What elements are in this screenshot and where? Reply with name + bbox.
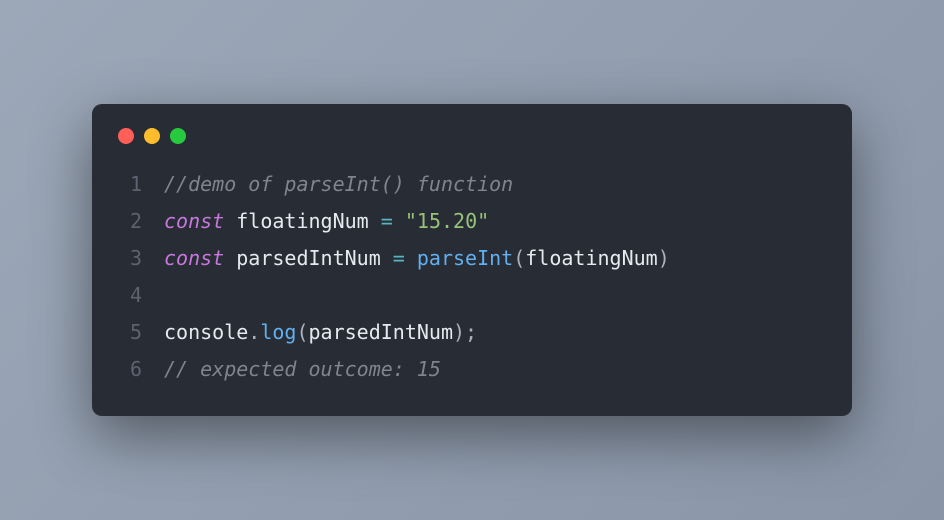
line-content: //demo of parseInt() function [164,166,826,203]
code-token: parsedIntNum [309,320,454,344]
code-token: parsedIntNum [224,246,393,270]
code-token: . [248,320,260,344]
line-number: 3 [110,240,142,277]
code-token: // expected outcome: 15 [164,357,441,381]
code-token: ); [453,320,477,344]
line-number: 5 [110,314,142,351]
code-token: ) [658,246,670,270]
code-token [405,246,417,270]
maximize-icon[interactable] [170,128,186,144]
code-line[interactable]: 5 console.log(parsedIntNum); [92,314,852,351]
code-token: floatingNum [525,246,657,270]
code-line[interactable]: 1 //demo of parseInt() function [92,166,852,203]
close-icon[interactable] [118,128,134,144]
code-line[interactable]: 2 const floatingNum = "15.20" [92,203,852,240]
code-line[interactable]: 3 const parsedIntNum = parseInt(floatingN… [92,240,852,277]
code-line[interactable]: 6 // expected outcome: 15 [92,351,852,388]
traffic-lights [92,128,852,166]
code-token: "15.20" [405,209,489,233]
line-content: // expected outcome: 15 [164,351,826,388]
code-area[interactable]: 1 //demo of parseInt() function 2 const flo… [92,166,852,388]
line-number: 1 [110,166,142,203]
code-token: log [260,320,296,344]
line-content: console.log(parsedIntNum); [164,314,826,351]
code-token: const [164,209,224,233]
code-editor-window: 1 //demo of parseInt() function 2 const flo… [92,104,852,416]
line-content: const parsedIntNum = parseInt(floatingNu… [164,240,826,277]
line-number: 4 [110,277,142,314]
code-token: const [164,246,224,270]
line-content [164,277,826,314]
code-token: console [164,320,248,344]
code-token: ( [513,246,525,270]
code-token: = [381,209,393,233]
line-number: 6 [110,351,142,388]
line-content: const floatingNum = "15.20" [164,203,826,240]
code-token: ( [296,320,308,344]
code-token: = [393,246,405,270]
code-token: parseInt [417,246,513,270]
line-number: 2 [110,203,142,240]
code-token: floatingNum [224,209,381,233]
code-line[interactable]: 4 [92,277,852,314]
minimize-icon[interactable] [144,128,160,144]
code-token: //demo of parseInt() function [164,172,513,196]
code-token [393,209,405,233]
